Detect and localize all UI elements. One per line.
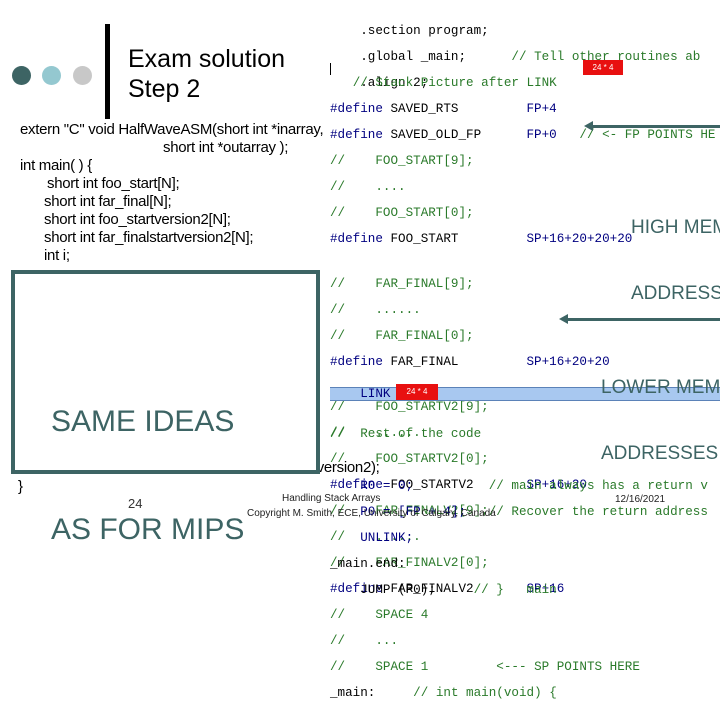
c-line: short int foo_start[N]; <box>47 175 180 192</box>
footer-copyright: Copyright M. Smith, ECE, University of C… <box>247 508 496 519</box>
callout-line-2: AS FOR MIPS <box>51 513 245 546</box>
asm-keyword: #define <box>330 232 383 246</box>
asm-line: // Stack Picture after LINK <box>330 77 715 90</box>
asm-text: FAR_FINAL <box>382 355 527 369</box>
asm-line: // FOO_START[9]; <box>330 154 474 168</box>
c-line: short int foo_startversion2[N]; <box>44 211 231 228</box>
low-mem-label: LOWER MEMO ADDRESSES <box>601 333 720 487</box>
high-mem-line-1: HIGH MEM <box>631 217 720 238</box>
decor-dot-light <box>42 66 61 85</box>
asm-text: R0 = 0; <box>360 479 414 493</box>
asm-label: _main: <box>330 686 376 700</box>
asm-keyword: LINK <box>360 387 391 401</box>
asm-text: .global _main; <box>360 50 467 64</box>
arrow-low-mem <box>559 314 720 324</box>
asm-comment: // Stack Picture after LINK <box>352 76 557 90</box>
asm-value: SP+16+20+20 <box>526 355 610 369</box>
asm-text: JUMP (P0); <box>360 583 436 597</box>
asm-comment: // <- FP POINTS HE <box>556 128 716 142</box>
c-line: short int far_finalstartversion2[N]; <box>44 229 254 246</box>
c-line: int main( ) { <box>20 157 92 174</box>
asm-line: // ... <box>330 634 399 648</box>
title-line-2: Step 2 <box>128 75 201 103</box>
callout-line-1: SAME IDEAS <box>51 405 235 438</box>
slide-title: Exam solution Step 2 <box>128 44 285 104</box>
page-number: 24 <box>128 496 143 511</box>
callout-box: SAME IDEAS AS FOR MIPS <box>11 270 320 546</box>
asm-value: FP+0 <box>526 128 557 142</box>
decor-dot-gray <box>73 66 92 85</box>
asm-text: SAVED_RTS <box>382 102 527 116</box>
c-line: int i; <box>44 247 70 264</box>
asm-comment: // Recover the return address <box>488 505 708 519</box>
asm-keyword: #define <box>330 355 383 369</box>
asm-keyword: #define <box>330 128 383 142</box>
c-line: extern "C" void HalfWaveASM(short int *i… <box>20 121 324 138</box>
high-mem-label: HIGH MEM ADDRESS <box>631 173 720 327</box>
asm-line: _main: // int main(void) { <box>330 687 715 700</box>
high-mem-line-2: ADDRESS <box>631 283 720 304</box>
c-line: short int *outarray ); <box>163 139 289 156</box>
asm-line: UNLINK; <box>330 532 708 545</box>
asm-line: // SPACE 4 <box>330 608 429 622</box>
asm-line: #define SAVED_OLD_FP FP+0 // <- FP POINT… <box>330 129 715 142</box>
asm-keyword: UNLINK; <box>360 531 414 545</box>
asm-line: // SPACE 1 <--- SP POINTS HERE <box>330 661 715 674</box>
asm-line: #define SAVED_RTS FP+4 <box>330 103 715 116</box>
asm-line: _main.end: <box>330 557 406 571</box>
link-size-badge: 24 * 4 <box>396 384 438 400</box>
arrow-high-mem <box>584 121 720 131</box>
callout-text: SAME IDEAS AS FOR MIPS <box>51 332 244 620</box>
asm-keyword: #define <box>330 102 383 116</box>
asm-comment: <--- SP POINTS HERE <box>496 660 640 674</box>
asm-text: FOO_START <box>382 232 527 246</box>
asm-comment: // SPACE 1 <box>330 660 429 674</box>
asm-value: SP+16+20+20+20 <box>526 232 633 246</box>
low-mem-line-1: LOWER MEMO <box>601 377 720 398</box>
stack-size-badge: 24 * 4 <box>583 60 623 75</box>
decor-dot-dark <box>12 66 31 85</box>
c-closing-brace: } <box>18 478 23 495</box>
asm-text: SAVED_OLD_FP <box>382 128 527 142</box>
asm-value: FP+4 <box>526 102 557 116</box>
c-line-fragment: rversion2); <box>312 459 380 476</box>
asm-text: .section program; <box>360 24 489 38</box>
asm-line: .global _main; // Tell other routines ab <box>330 51 700 64</box>
asm-line-link: LINK <box>330 388 390 401</box>
c-line: short int far_final[N]; <box>44 193 172 210</box>
footer-title: Handling Stack Arrays <box>282 493 381 504</box>
asm-comment: // } main <box>473 583 557 597</box>
footer-date: 12/16/2021 <box>615 494 666 505</box>
title-line-1: Exam solution <box>128 45 286 73</box>
asm-line: .section program; <box>330 25 700 38</box>
asm-comment: // int main(void) { <box>413 686 557 700</box>
asm-line: JUMP (P0); // } main <box>330 584 708 597</box>
low-mem-line-2: ADDRESSES <box>601 443 719 464</box>
title-divider <box>105 24 110 119</box>
